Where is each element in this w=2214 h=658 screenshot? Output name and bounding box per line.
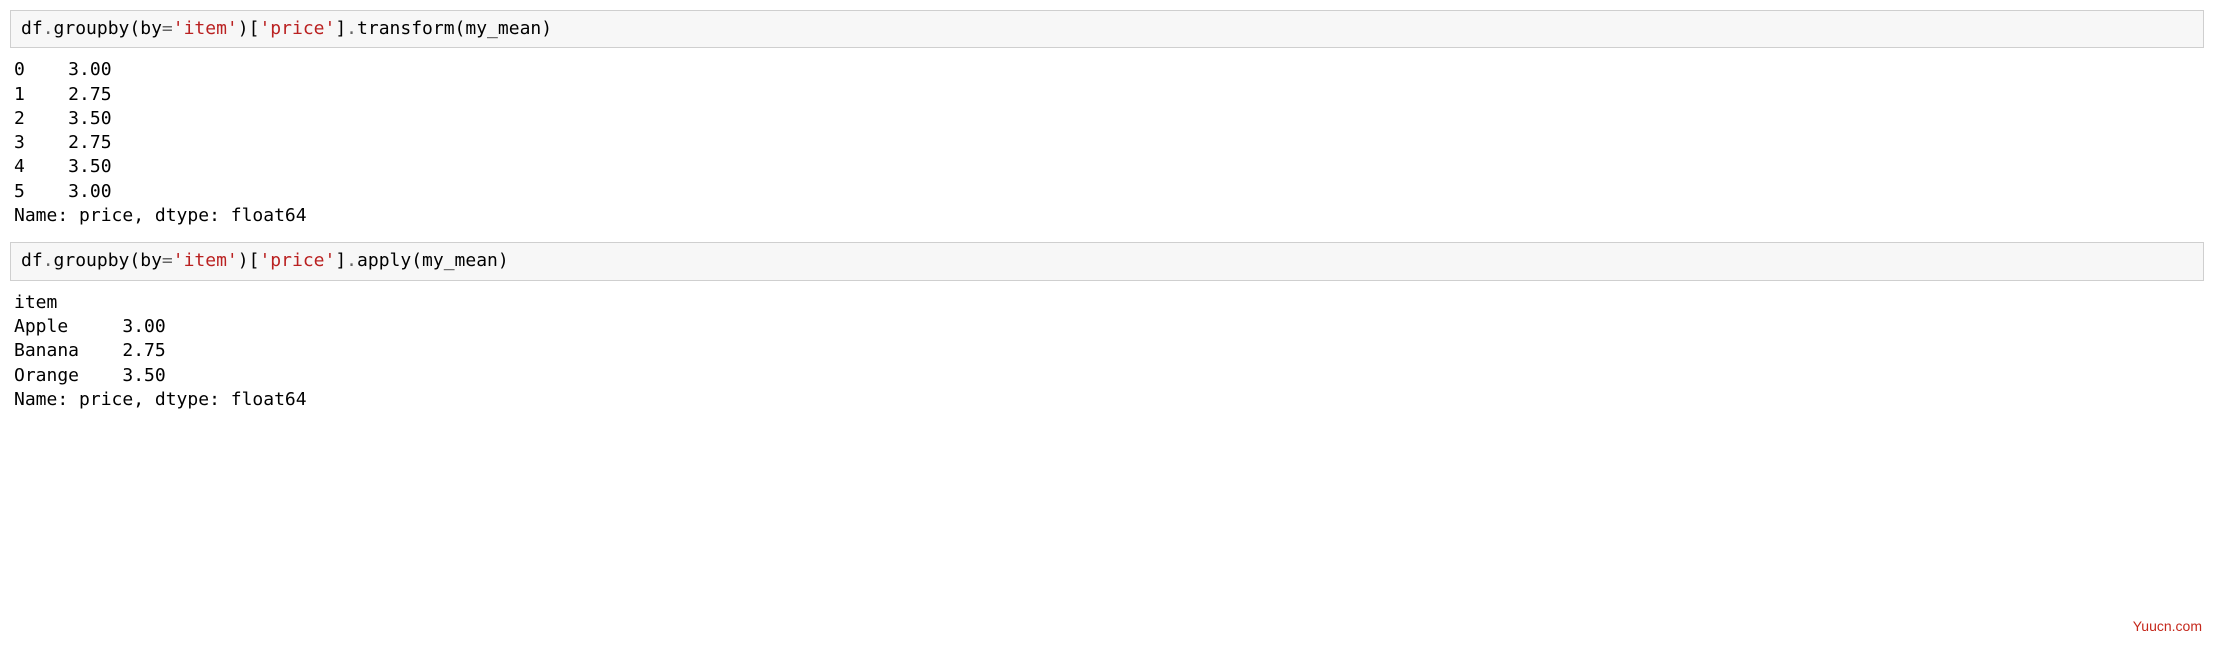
code-token: apply(my_mean) [357,250,509,271]
code-token: df [21,18,43,39]
code-cell-apply: df.groupby(by='item')['price'].apply(my_… [10,242,2204,280]
code-string: 'item' [173,18,238,39]
code-token: transform(my_mean) [357,18,552,39]
code-token: )[ [238,18,260,39]
code-token: . [346,18,357,39]
output-cell-apply: item Apple 3.00 Banana 2.75 Orange 3.50 … [10,285,2204,426]
code-token: . [43,18,54,39]
code-token: = [162,250,173,271]
code-token: ] [335,250,346,271]
code-token: ] [335,18,346,39]
code-token: df [21,250,43,271]
code-token: . [346,250,357,271]
code-token: . [43,250,54,271]
code-cell-transform: df.groupby(by='item')['price'].transform… [10,10,2204,48]
code-string: 'item' [173,250,238,271]
watermark: Yuucn.com [2133,617,2202,636]
code-token: )[ [238,250,260,271]
output-cell-transform: 0 3.00 1 2.75 2 3.50 3 2.75 4 3.50 5 3.0… [10,52,2204,242]
code-string: 'price' [259,250,335,271]
code-string: 'price' [259,18,335,39]
code-token: groupby(by [54,18,162,39]
code-token: groupby(by [54,250,162,271]
code-token: = [162,18,173,39]
